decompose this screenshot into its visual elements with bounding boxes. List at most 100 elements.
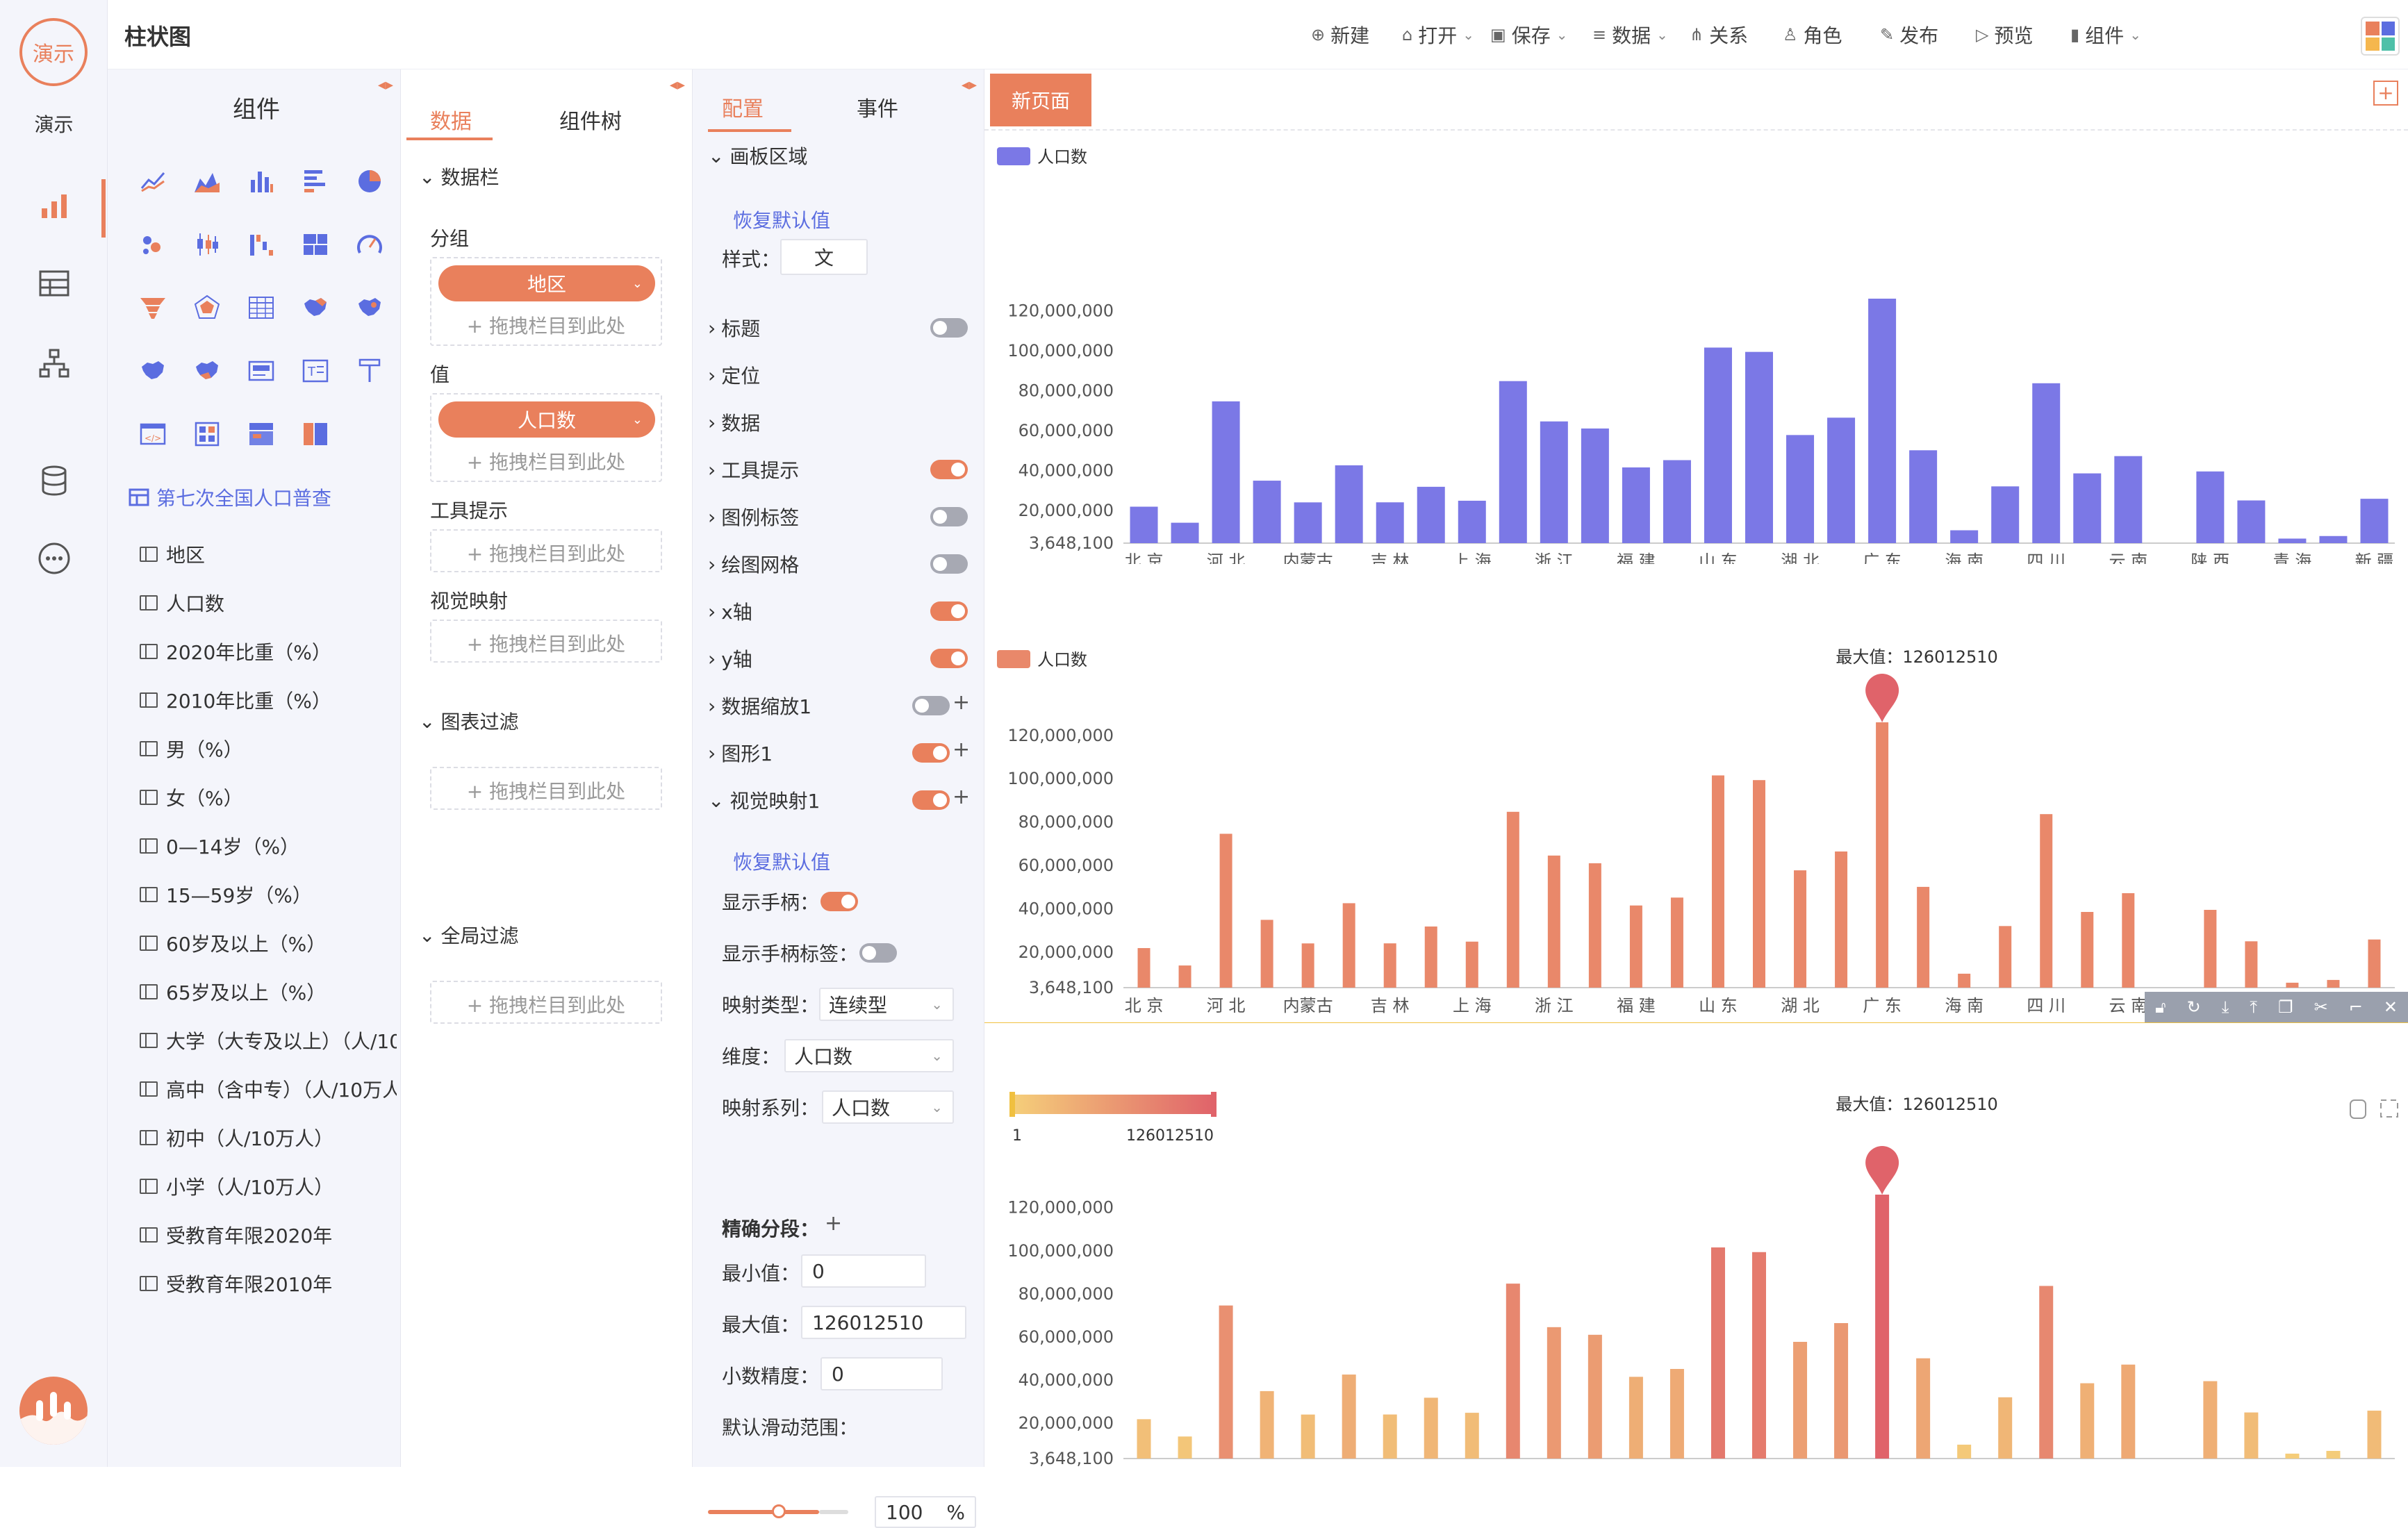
bar-云南[interactable]	[2114, 456, 2143, 543]
bar-山东[interactable]	[1711, 775, 1724, 988]
chart-filter-header[interactable]: ⌄ 图表过滤	[419, 707, 518, 735]
page-tab[interactable]: 新页面	[990, 74, 1091, 126]
bar-甘肃[interactable]	[2237, 500, 2266, 543]
bar-江西[interactable]	[1670, 897, 1683, 988]
visual-map-handle-max[interactable]	[1211, 1092, 1217, 1117]
table-icon[interactable]	[234, 276, 288, 339]
bar-宁夏[interactable]	[2319, 535, 2348, 543]
bar-黑龙江[interactable]	[1424, 926, 1437, 988]
bar-河北[interactable]	[1219, 1305, 1233, 1459]
bar-辽宁[interactable]	[1342, 903, 1355, 988]
bar-四川[interactable]	[2040, 814, 2053, 988]
gauge-chart-icon[interactable]	[343, 213, 397, 276]
bar-江西[interactable]	[1663, 460, 1691, 543]
config-toggle[interactable]	[930, 601, 968, 621]
bar-北京[interactable]	[1137, 1419, 1151, 1459]
range-slider-handle[interactable]	[772, 1504, 786, 1518]
config-toggle[interactable]	[930, 649, 968, 668]
toolbar-publish-button[interactable]: ✎ 发布	[1880, 21, 1938, 49]
bar-吉林[interactable]	[1383, 943, 1396, 988]
visual-map-handle-min[interactable]	[1009, 1092, 1015, 1117]
bar-陕西[interactable]	[2203, 1381, 2218, 1459]
dataset-node[interactable]: 第七次全国人口普查	[129, 483, 331, 511]
bar-贵州[interactable]	[2081, 912, 2094, 988]
bar-河南[interactable]	[1745, 351, 1773, 543]
field-item[interactable]: 0—14岁（%）	[140, 832, 299, 860]
bar-江西[interactable]	[1669, 1368, 1684, 1459]
tab-component-tree[interactable]: 组件树	[559, 104, 622, 135]
layout-switch-icon[interactable]	[2361, 17, 2400, 56]
bar-湖南[interactable]	[1835, 851, 1848, 988]
collapse-icon[interactable]: ◂▸	[962, 76, 977, 94]
bar-江苏[interactable]	[1506, 811, 1519, 988]
refresh-icon[interactable]: ↻	[2187, 997, 2201, 1017]
bar-浙江[interactable]	[1540, 421, 1568, 543]
bar-福建[interactable]	[1629, 905, 1642, 988]
copy-icon[interactable]: ❐	[2278, 997, 2293, 1017]
brush-icon[interactable]: ⌐	[2349, 997, 2363, 1017]
bar-海南[interactable]	[1958, 973, 1971, 988]
show-handle-label-toggle[interactable]	[859, 943, 897, 963]
cut-icon[interactable]: ✂	[2314, 997, 2328, 1017]
precision-input[interactable]: 0	[820, 1357, 943, 1390]
hierarchy-icon[interactable]	[35, 344, 74, 383]
bar-浙江[interactable]	[1547, 855, 1560, 988]
bar-天津[interactable]	[1178, 1436, 1192, 1459]
bar-安徽[interactable]	[1588, 863, 1601, 988]
map-chart-3-icon[interactable]	[126, 339, 180, 402]
bar-广西[interactable]	[1916, 1358, 1931, 1459]
add-segment-icon[interactable]: +	[825, 1211, 842, 1236]
data-section-header[interactable]: ⌄ 数据栏	[419, 163, 499, 190]
global-filter-header[interactable]: ⌄ 全局过滤	[419, 921, 518, 949]
global-filter-drop-zone[interactable]: + 拖拽栏目到此处	[430, 981, 662, 1024]
field-item[interactable]: 初中（人/10万人）	[140, 1124, 333, 1152]
bar-北京[interactable]	[1130, 506, 1158, 543]
add-icon[interactable]: +	[953, 785, 970, 809]
min-value-input[interactable]: 0	[801, 1254, 926, 1288]
bar-四川[interactable]	[2032, 383, 2061, 543]
bar-青海[interactable]	[2278, 538, 2307, 543]
field-item[interactable]: 15—59岁（%）	[140, 881, 312, 908]
field-item[interactable]: 2020年比重（%）	[140, 638, 331, 665]
toolbar-folder-open-button[interactable]: ⌂ 打开 ⌄	[1402, 21, 1474, 49]
database-icon[interactable]	[35, 461, 74, 500]
code-widget-icon[interactable]: </>	[126, 402, 180, 465]
toolbar-bar-chart-button[interactable]: ▮ 组件 ⌄	[2070, 21, 2141, 49]
bar-黑龙江[interactable]	[1424, 1397, 1438, 1459]
bar-山东[interactable]	[1704, 347, 1732, 543]
split-widget-icon[interactable]	[288, 402, 343, 465]
close-icon[interactable]: ✕	[2384, 997, 2398, 1017]
bar-新疆[interactable]	[2360, 499, 2389, 543]
toolbar-relation-button[interactable]: ⋔ 关系	[1690, 21, 1748, 49]
grid-widget-icon[interactable]	[180, 402, 234, 465]
chart-filter-drop-zone[interactable]: + 拖拽栏目到此处	[430, 767, 662, 810]
chart-icon[interactable]	[35, 186, 74, 225]
field-item[interactable]: 大学（大专及以上）（人/10万人）	[140, 1027, 397, 1054]
value-field-pill[interactable]: 人口数 ⌄	[438, 401, 655, 438]
scatter-chart-icon[interactable]	[126, 213, 180, 276]
bar-陕西[interactable]	[2204, 909, 2217, 988]
group-drop-zone[interactable]: 地区 ⌄ + 拖拽栏目到此处	[430, 257, 662, 346]
more-icon[interactable]	[35, 539, 74, 578]
bar-贵州[interactable]	[2080, 1383, 2095, 1459]
bar-重庆[interactable]	[1999, 926, 2012, 988]
bar-上海[interactable]	[1458, 500, 1486, 543]
field-item[interactable]: 地区	[140, 540, 205, 568]
funnel-chart-icon[interactable]	[126, 276, 180, 339]
bar-河南[interactable]	[1752, 1252, 1766, 1459]
field-item[interactable]: 人口数	[140, 589, 224, 617]
bar-新疆[interactable]	[2367, 1411, 2382, 1459]
bar-宁夏[interactable]	[2326, 1450, 2341, 1459]
bar-北京[interactable]	[1137, 948, 1151, 988]
to-top-icon[interactable]: ⤒	[2250, 997, 2257, 1017]
tooltip-drop-zone[interactable]: + 拖拽栏目到此处	[430, 529, 662, 572]
bar-辽宁[interactable]	[1335, 465, 1363, 543]
bar-湖南[interactable]	[1827, 417, 1856, 543]
restore-default-link[interactable]: 恢复默认值	[733, 206, 830, 233]
bar-福建[interactable]	[1622, 467, 1650, 543]
config-toggle[interactable]	[930, 554, 968, 574]
bar-海南[interactable]	[1950, 530, 1979, 543]
bar-江苏[interactable]	[1506, 1284, 1520, 1459]
title-widget-icon[interactable]	[343, 339, 397, 402]
bar-安徽[interactable]	[1581, 428, 1609, 543]
